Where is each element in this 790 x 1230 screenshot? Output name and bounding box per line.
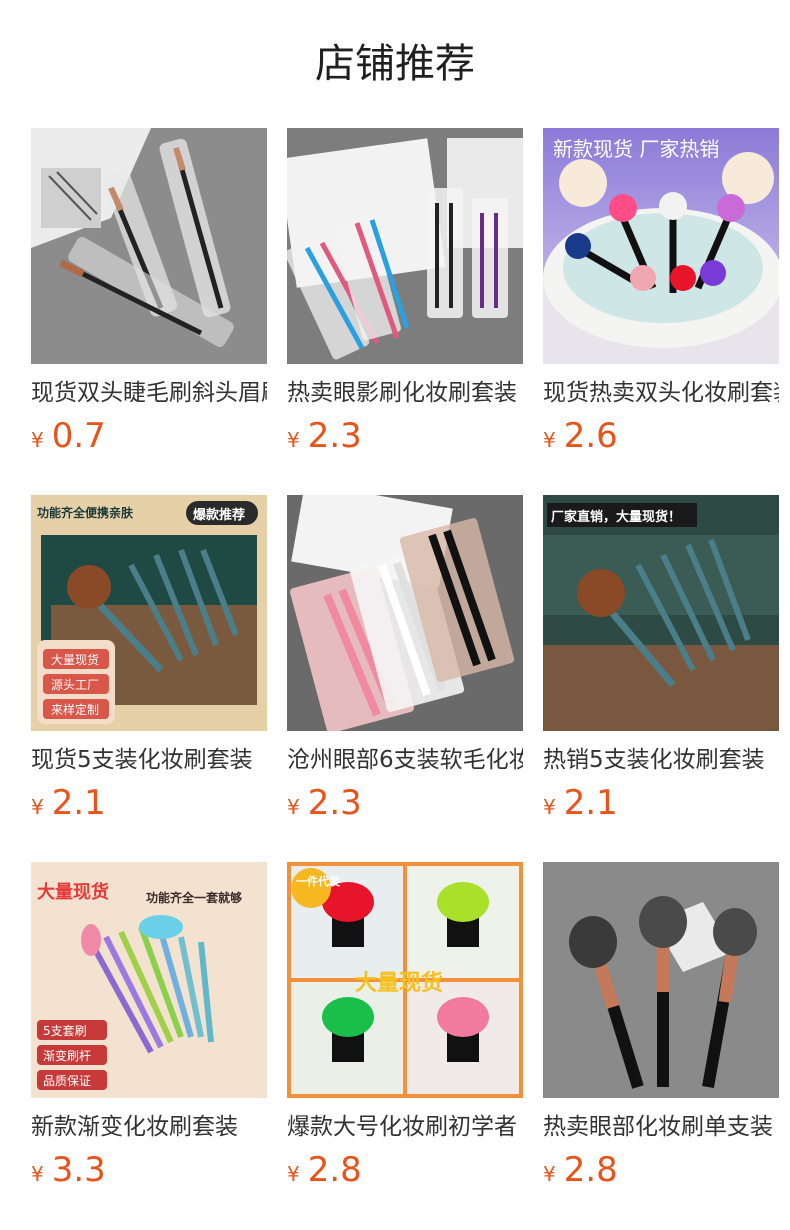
badge-text: 5支套刷 (43, 1024, 87, 1038)
product-card[interactable]: 现货双头睫毛刷斜头眉刷 ¥0.7 (31, 128, 267, 461)
product-price: ¥2.1 (543, 784, 779, 828)
badge-text: 功能齐全便携亲肤 (37, 505, 134, 520)
product-image[interactable]: 大量现货 功能齐全一套就够 5支套刷 渐变刷杆 品质保证 (31, 862, 267, 1098)
product-card[interactable]: 热卖眼影刷化妆刷套装 ¥2.3 (287, 128, 523, 461)
product-card[interactable]: 厂家直销，大量现货！ 热销5支装化妆刷套装 ¥2.1 (543, 495, 779, 828)
product-price: ¥2.8 (543, 1151, 779, 1195)
product-name[interactable]: 爆款大号化妆刷初学者 (287, 1111, 523, 1143)
product-name[interactable]: 现货5支装化妆刷套装 (31, 744, 267, 776)
currency-symbol: ¥ (31, 795, 44, 819)
badge-text: 大量现货 (51, 652, 99, 667)
product-image[interactable] (31, 128, 267, 364)
product-image[interactable]: 新款现货 厂家热销 (543, 128, 779, 364)
product-price: ¥0.7 (31, 417, 267, 461)
product-price: ¥2.3 (287, 417, 523, 461)
product-name[interactable]: 热销5支装化妆刷套装 (543, 744, 779, 776)
product-name[interactable]: 现货热卖双头化妆刷套装 (543, 377, 779, 409)
price-value: 0.7 (51, 416, 106, 456)
product-name[interactable]: 沧州眼部6支装软毛化妆刷 (287, 744, 523, 776)
currency-symbol: ¥ (287, 795, 300, 819)
product-price: ¥2.1 (31, 784, 267, 828)
badge-text: 功能齐全一套就够 (146, 890, 242, 905)
page-title: 店铺推荐 (315, 41, 475, 87)
badge-text: 厂家直销，大量现货！ (551, 509, 681, 525)
badge-text: 大量现货 (37, 881, 109, 903)
currency-symbol: ¥ (543, 1162, 556, 1186)
badge-text: 大量现货 (355, 970, 443, 996)
product-card[interactable]: 大量现货 功能齐全一套就够 5支套刷 渐变刷杆 品质保证 新款渐变化妆刷套装 ¥… (31, 862, 267, 1195)
product-image[interactable]: 一件代发 大量现货 (287, 862, 523, 1098)
badge-text: 源头工厂 (51, 678, 99, 692)
badge-text: 爆款推荐 (193, 507, 245, 523)
product-price: ¥2.3 (287, 784, 523, 828)
product-name[interactable]: 新款渐变化妆刷套装 (31, 1111, 267, 1143)
product-image[interactable]: 功能齐全便携亲肤 爆款推荐 大量现货 源头工厂 来样定制 (31, 495, 267, 731)
product-card[interactable]: 功能齐全便携亲肤 爆款推荐 大量现货 源头工厂 来样定制 现货5支装化妆刷套装 … (31, 495, 267, 828)
currency-symbol: ¥ (543, 795, 556, 819)
price-value: 2.1 (51, 783, 106, 823)
product-image[interactable] (287, 495, 523, 731)
product-price: ¥3.3 (31, 1151, 267, 1195)
product-image[interactable]: 厂家直销，大量现货！ (543, 495, 779, 731)
badge-text: 渐变刷杆 (43, 1048, 91, 1063)
badge-text: 品质保证 (43, 1074, 91, 1088)
price-value: 2.3 (307, 783, 362, 823)
price-value: 2.8 (307, 1150, 362, 1190)
price-value: 2.1 (563, 783, 618, 823)
price-value: 2.8 (563, 1150, 618, 1190)
product-card[interactable]: 热卖眼部化妆刷单支装 ¥2.8 (543, 862, 779, 1195)
product-name[interactable]: 热卖眼部化妆刷单支装 (543, 1111, 779, 1143)
currency-symbol: ¥ (287, 428, 300, 452)
product-card[interactable]: 一件代发 大量现货 爆款大号化妆刷初学者 ¥2.8 (287, 862, 523, 1195)
currency-symbol: ¥ (31, 428, 44, 452)
product-image[interactable] (287, 128, 523, 364)
currency-symbol: ¥ (31, 1162, 44, 1186)
currency-symbol: ¥ (287, 1162, 300, 1186)
product-name[interactable]: 热卖眼影刷化妆刷套装 (287, 377, 523, 409)
product-price: ¥2.8 (287, 1151, 523, 1195)
price-value: 3.3 (51, 1150, 106, 1190)
product-card[interactable]: 沧州眼部6支装软毛化妆刷 ¥2.3 (287, 495, 523, 828)
price-value: 2.6 (563, 416, 618, 456)
product-price: ¥2.6 (543, 417, 779, 461)
price-value: 2.3 (307, 416, 362, 456)
product-card[interactable]: 新款现货 厂家热销 现货热卖双头化妆刷套装 ¥2.6 (543, 128, 779, 461)
badge-text: 来样定制 (51, 702, 99, 717)
badge-text: 一件代发 (296, 874, 341, 888)
product-name[interactable]: 现货双头睫毛刷斜头眉刷 (31, 377, 267, 409)
currency-symbol: ¥ (543, 428, 556, 452)
product-image[interactable] (543, 862, 779, 1098)
badge-text: 新款现货 厂家热销 (553, 137, 719, 161)
